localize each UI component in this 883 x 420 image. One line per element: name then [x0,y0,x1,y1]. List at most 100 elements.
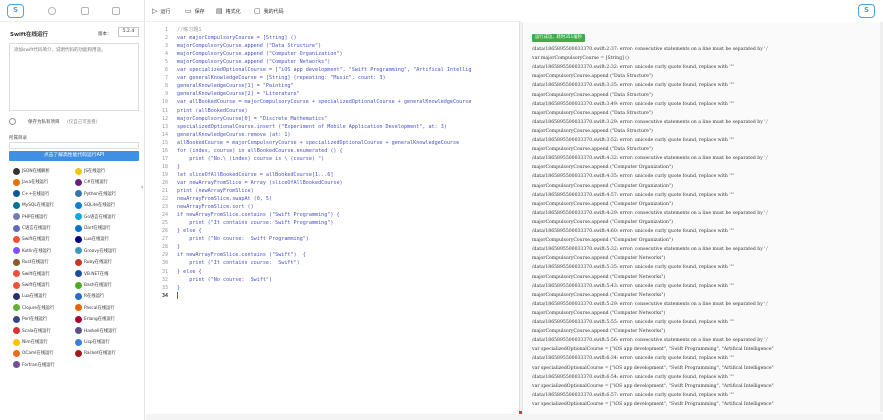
code-line[interactable]: newArrayFromSlice.swapAt (0, 5) [177,196,272,202]
line-number: 2 [164,35,168,42]
language-link[interactable]: JS在线运行 [75,166,105,176]
output-line: majorCompulsoryCourse.append ("Computer … [532,310,666,316]
my-code-button[interactable]: ▢ 我的代码 [254,6,284,16]
language-link[interactable]: Racket在线运行 [75,348,116,358]
code-line[interactable]: majorCompulsoryCourse[0] = "Discrete Mat… [177,116,327,122]
language-link[interactable]: Nim在线运行 [13,337,48,347]
line-number: 12 [161,115,168,122]
code-line[interactable]: print (allBookedCourse) [177,108,248,114]
code-line[interactable]: var specializedOptionalCourse = ["iOS ap… [177,67,471,73]
description-textarea[interactable]: 添加swift代码简介、说明代码的功能和用途。 [9,43,139,111]
code-line[interactable]: } [177,244,180,250]
language-link[interactable]: Swift在线运行 [13,280,50,290]
code-line[interactable]: specializedOptionalCourse.insert ("Exper… [177,124,447,130]
language-link[interactable]: Swift在线运行 [13,269,50,279]
language-link[interactable]: Bash在线运行 [75,280,112,290]
settings-icon[interactable] [112,7,120,15]
code-line[interactable]: majorCompulsoryCourse.append ("Computer … [177,51,343,57]
code-line[interactable]: var allBookedCourse = majorCompulsoryCou… [177,99,471,105]
edit-icon[interactable] [81,7,89,15]
language-label: Lua在线运行 [22,294,47,300]
language-link[interactable]: C++在线运行 [13,189,49,199]
code-line[interactable]: print ("It contains course: Swift") [177,260,299,266]
code-line[interactable]: //练习题1 [177,27,201,33]
horizontal-scrollbar[interactable] [146,414,883,420]
language-link[interactable]: Ruby在线运行 [75,257,112,267]
language-link[interactable]: Perl在线运行 [13,314,47,324]
output-line: /data/1865895500033370.swift:4:29: error… [532,210,769,216]
language-link[interactable]: Dart在线运行 [75,223,111,233]
code-area[interactable]: //练习题1 var majorCompulsoryCourse = [Strin… [177,22,517,416]
format-button[interactable]: ▤ 格式化 [216,6,241,16]
language-link[interactable]: Scala在线运行 [13,326,51,336]
code-line[interactable]: generalKnowledgeCourse[1] = "Painting" [177,83,294,89]
site-logo[interactable]: S [7,4,24,18]
language-link[interactable]: Lua在线运行 [13,291,47,301]
language-icon [75,270,82,278]
code-line[interactable]: newArrayFromSlice.sort () [177,204,254,210]
private-project-radio[interactable] [9,118,16,125]
language-link[interactable]: R在线运行 [75,291,104,301]
site-logo-right[interactable]: S [858,4,875,18]
code-line[interactable]: generalKnowledgeCourse[2] = "Literature" [177,91,300,97]
language-link[interactable]: Fortran在线运行 [13,360,55,370]
language-link[interactable]: SQLite在线运行 [75,200,115,210]
code-line[interactable]: allBookedCourse = majorCompulsoryCourse … [177,140,459,146]
code-line[interactable]: var generalKnowledgeCourse = [String] (r… [177,75,386,81]
language-link[interactable]: C语言在线运行 [13,223,51,233]
code-line[interactable]: let sliceOfAllBookedCourse = allBookedCo… [177,172,333,178]
language-link[interactable]: Clojure在线运行 [13,303,54,313]
directory-input[interactable] [9,142,139,149]
language-link[interactable]: Python在线运行 [75,189,116,199]
language-icon [13,327,20,335]
language-link[interactable]: Lisp在线运行 [75,337,110,347]
chevron-left-icon[interactable]: ‹ [141,184,143,191]
code-line[interactable]: } else { [177,228,202,234]
code-line[interactable]: var majorCompulsoryCourse = [String] () [177,35,297,41]
sidebar-toolbar: S [0,0,144,22]
code-line[interactable]: print (newArrayFromSlice) [177,188,254,194]
code-line[interactable]: var newArrayFromSlice = Array (sliceOfAl… [177,180,343,186]
code-line[interactable]: majorCompulsoryCourse.append ("Computer … [177,59,330,65]
save-button[interactable]: ▭ 保存 [185,6,205,16]
code-line[interactable]: if newArrayFromSlice.contains ("Swift Pr… [177,212,340,218]
language-link[interactable]: MySQL在线运行 [13,200,54,210]
language-link[interactable]: VB.NET在线 [75,269,108,279]
language-label: Swift在线运行 [22,271,50,277]
language-link[interactable]: Swift在线运行 [13,234,50,244]
code-line[interactable]: for (index, course) in allBookedCourse.e… [177,148,343,154]
language-link[interactable]: PHP在线运行 [13,212,48,222]
language-icon [13,224,20,232]
code-line[interactable]: generalKnowledgeCourse.remove (at: 1) [177,132,290,138]
language-link[interactable]: OCaml在线运行 [13,348,54,358]
code-line[interactable]: print ("No course: Swift") [177,277,272,283]
language-link[interactable]: Rust在线运行 [13,257,49,267]
language-label: C语言在线运行 [22,226,51,231]
language-link[interactable]: C#在线运行 [75,177,108,187]
language-link[interactable]: Lua在线运行 [75,234,109,244]
language-link[interactable]: JSON在线解析 [13,166,50,176]
user-icon[interactable] [48,7,56,15]
code-line[interactable]: print ("It contains course: Swift Progra… [177,220,333,226]
language-icon [13,258,20,266]
line-number: 17 [161,155,168,162]
code-line[interactable]: if newArrayFromSlice.contains ("Swift") … [177,252,306,258]
language-link[interactable]: Java在线运行 [13,177,48,187]
language-link[interactable]: Pascal在线运行 [75,303,115,313]
language-link[interactable]: Haskell在线运行 [75,326,117,336]
code-line[interactable]: } [177,164,180,170]
code-line[interactable]: } else { [177,269,202,275]
code-editor[interactable]: 1 2 3 4 5 6 7 8 9 10 11 12 13 14 15 16 17 18 19 20 21 22 23 24 2… [146,22,518,416]
code-line[interactable]: print ("No.\ (index) course is \ (course… [177,156,324,162]
code-line[interactable]: majorCompulsoryCourse.append ("Data Stru… [177,43,321,49]
language-link[interactable]: Groovy在线运行 [75,246,117,256]
language-link[interactable]: Kotlin在线运行 [13,246,51,256]
version-select[interactable]: 5.2.4 [118,27,139,37]
api-tutorial-button[interactable]: 点击了解高性能代码运行API [9,151,139,161]
code-line[interactable]: } [177,285,180,291]
language-link[interactable]: Go语言在线运行 [75,212,116,222]
code-line[interactable]: print ("No course: Swift Programming") [177,236,309,242]
run-button[interactable]: ▷ 运行 [152,6,170,16]
language-link[interactable]: Erlang在线运行 [75,314,115,324]
language-label: Bash在线运行 [84,283,112,288]
